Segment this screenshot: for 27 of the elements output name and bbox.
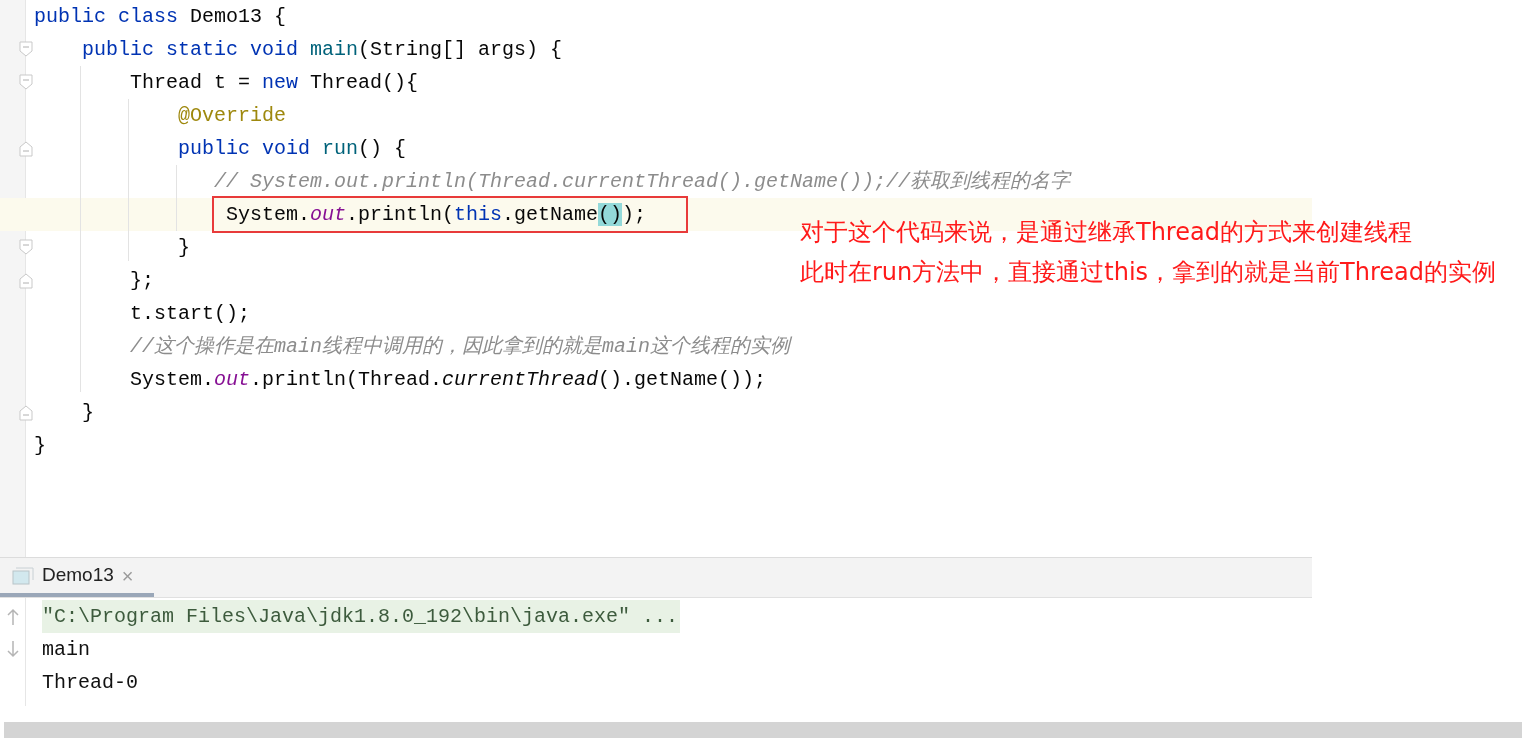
code-line: // System.out.println(Thread.currentThread().getName());//获取到线程的名字 <box>214 169 1071 195</box>
fold-icon[interactable] <box>19 41 33 57</box>
code-line: public class Demo13 { <box>34 4 287 30</box>
code-line: public void run() { <box>178 136 407 162</box>
down-arrow-icon[interactable] <box>6 640 19 658</box>
fold-icon[interactable] <box>19 239 33 255</box>
console-line: main <box>42 637 91 663</box>
code-line: } <box>178 235 190 261</box>
fold-icon[interactable] <box>19 405 33 421</box>
code-line: System.out.println(Thread.currentThread().getName()); <box>130 367 767 393</box>
console-icon <box>12 566 34 585</box>
code-line: } <box>82 400 94 426</box>
fold-icon[interactable] <box>19 141 33 157</box>
code-line: t.start(); <box>130 301 251 327</box>
fold-icon[interactable] <box>19 273 33 289</box>
horizontal-scrollbar[interactable] <box>4 722 1522 738</box>
code-line: public static void main(String[] args) { <box>82 37 563 63</box>
console-line: Thread-0 <box>42 670 139 696</box>
code-line: Thread t = new Thread(){ <box>130 70 419 96</box>
code-line: @Override <box>178 103 287 129</box>
code-line: }; <box>130 268 154 294</box>
code-line: } <box>34 433 46 459</box>
annotation-text: 对于这个代码来说，是通过继承Thread的方式来创建线程 <box>800 217 1413 248</box>
up-arrow-icon[interactable] <box>6 608 19 626</box>
annotation-text: 此时在run方法中，直接通过this，拿到的就是当前Thread的实例 <box>800 257 1496 288</box>
code-line: //这个操作是在main线程中调用的，因此拿到的就是main这个线程的实例 <box>130 334 791 360</box>
fold-icon[interactable] <box>19 74 33 90</box>
